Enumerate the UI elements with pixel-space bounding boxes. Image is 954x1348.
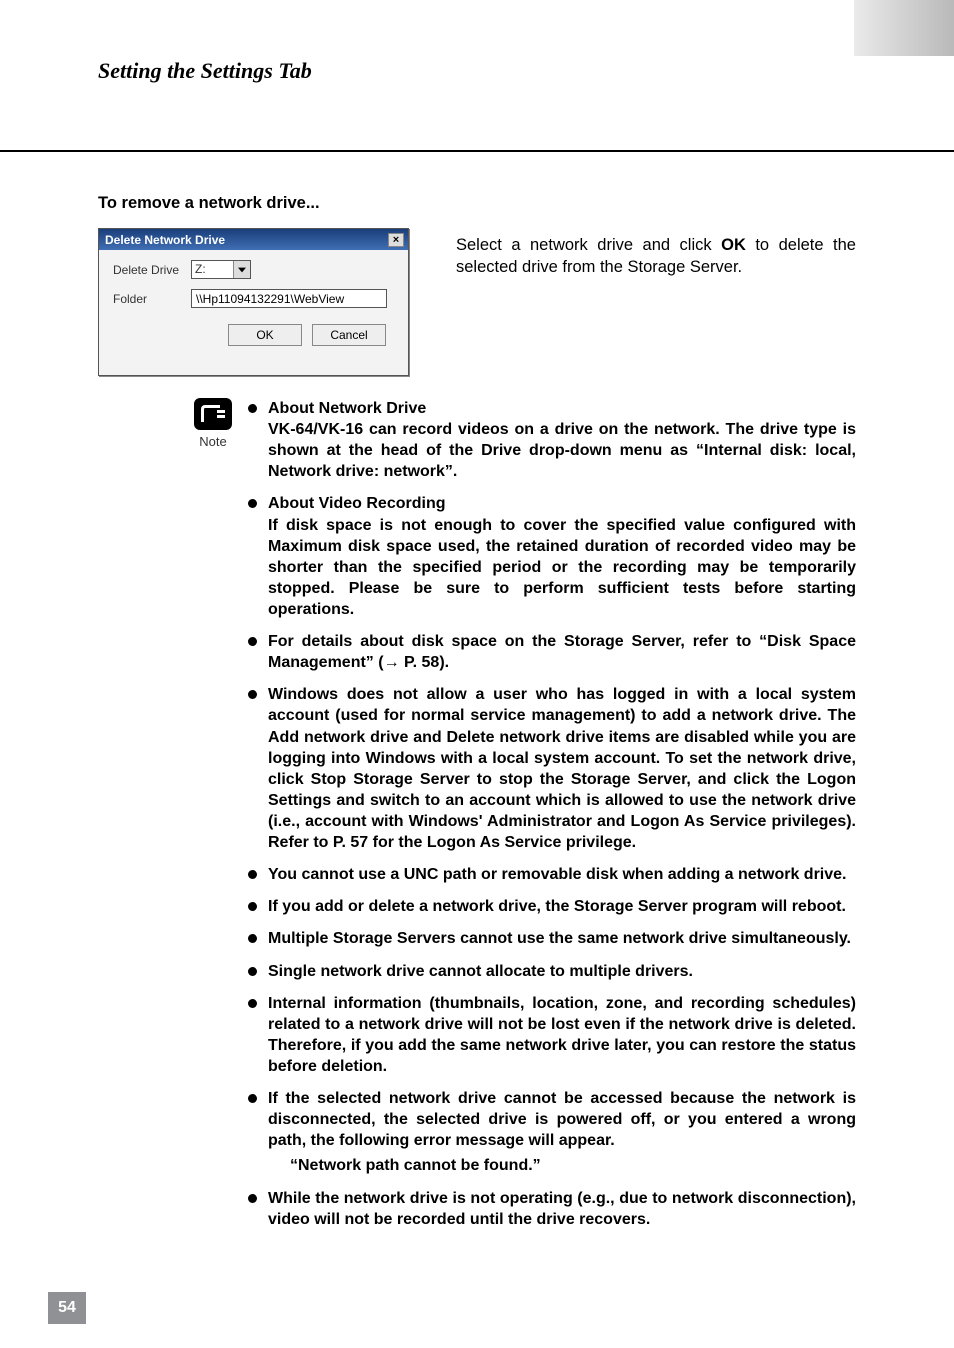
- top-gradient: [854, 0, 954, 56]
- page-number: 54: [48, 1292, 86, 1324]
- dialog-body: Delete Drive Z: Folder OK Cancel: [99, 250, 408, 354]
- chevron-down-icon[interactable]: [234, 261, 250, 278]
- bullet-title: If you add or delete a network drive, th…: [268, 898, 846, 915]
- section-heading: To remove a network drive...: [98, 194, 320, 213]
- header-rule: [0, 150, 954, 152]
- dialog-titlebar: Delete Network Drive ×: [99, 229, 408, 250]
- side-paragraph: Select a network drive and click OK to d…: [456, 234, 856, 279]
- bullet-quote: “Network path cannot be found.”: [268, 1155, 856, 1176]
- list-item: About Network Drive VK-64/VK-16 can reco…: [248, 398, 856, 482]
- list-item: You cannot use a UNC path or removable d…: [248, 864, 856, 885]
- bullet-title: You cannot use a UNC path or removable d…: [268, 866, 846, 883]
- dialog-title: Delete Network Drive: [105, 233, 225, 247]
- page-title: Setting the Settings Tab: [98, 58, 312, 84]
- ok-button[interactable]: OK: [228, 324, 302, 346]
- list-item: If the selected network drive cannot be …: [248, 1088, 856, 1176]
- list-item: Internal information (thumbnails, locati…: [248, 993, 856, 1077]
- bullet-body: If disk space is not enough to cover the…: [268, 515, 856, 621]
- list-item: Multiple Storage Servers cannot use the …: [248, 928, 856, 949]
- side-text-bold: OK: [721, 236, 746, 254]
- folder-label: Folder: [113, 292, 191, 306]
- bullet-title: Windows does not allow a user who has lo…: [268, 686, 856, 851]
- folder-input[interactable]: [191, 289, 387, 308]
- list-item: Single network drive cannot allocate to …: [248, 961, 856, 982]
- bullet-body: VK-64/VK-16 can record videos on a drive…: [268, 419, 856, 482]
- delete-drive-row: Delete Drive Z:: [113, 260, 398, 279]
- list-item: If you add or delete a network drive, th…: [248, 896, 856, 917]
- note-label: Note: [188, 434, 238, 449]
- note-icon: [194, 398, 232, 430]
- bullet-title: If the selected network drive cannot be …: [268, 1090, 856, 1149]
- folder-row: Folder: [113, 289, 398, 308]
- list-item: While the network drive is not operating…: [248, 1188, 856, 1230]
- note-block: Note: [188, 398, 238, 449]
- list-item: About Video Recording If disk space is n…: [248, 493, 856, 620]
- dialog-buttons: OK Cancel: [113, 318, 398, 346]
- delete-network-drive-dialog: Delete Network Drive × Delete Drive Z: F…: [98, 228, 409, 376]
- bullet-title: Single network drive cannot allocate to …: [268, 963, 693, 980]
- drive-select[interactable]: Z:: [191, 260, 251, 279]
- bullet-title: Internal information (thumbnails, locati…: [268, 995, 856, 1075]
- list-item: Windows does not allow a user who has lo…: [248, 684, 856, 853]
- notes-list: About Network Drive VK-64/VK-16 can reco…: [248, 398, 856, 1241]
- close-icon[interactable]: ×: [388, 233, 404, 247]
- page-root: Setting the Settings Tab To remove a net…: [0, 0, 954, 1348]
- side-text-pre: Select a network drive and click: [456, 236, 721, 254]
- bullet-title: While the network drive is not operating…: [268, 1190, 856, 1228]
- bullet-title: About Video Recording: [268, 495, 445, 512]
- list-item: For details about disk space on the Stor…: [248, 631, 856, 673]
- cancel-button[interactable]: Cancel: [312, 324, 386, 346]
- bullet-title: About Network Drive: [268, 400, 426, 417]
- bullet-title: Multiple Storage Servers cannot use the …: [268, 930, 851, 947]
- bullet-title: For details about disk space on the Stor…: [268, 633, 856, 671]
- drive-select-value: Z:: [192, 261, 234, 278]
- delete-drive-label: Delete Drive: [113, 263, 191, 277]
